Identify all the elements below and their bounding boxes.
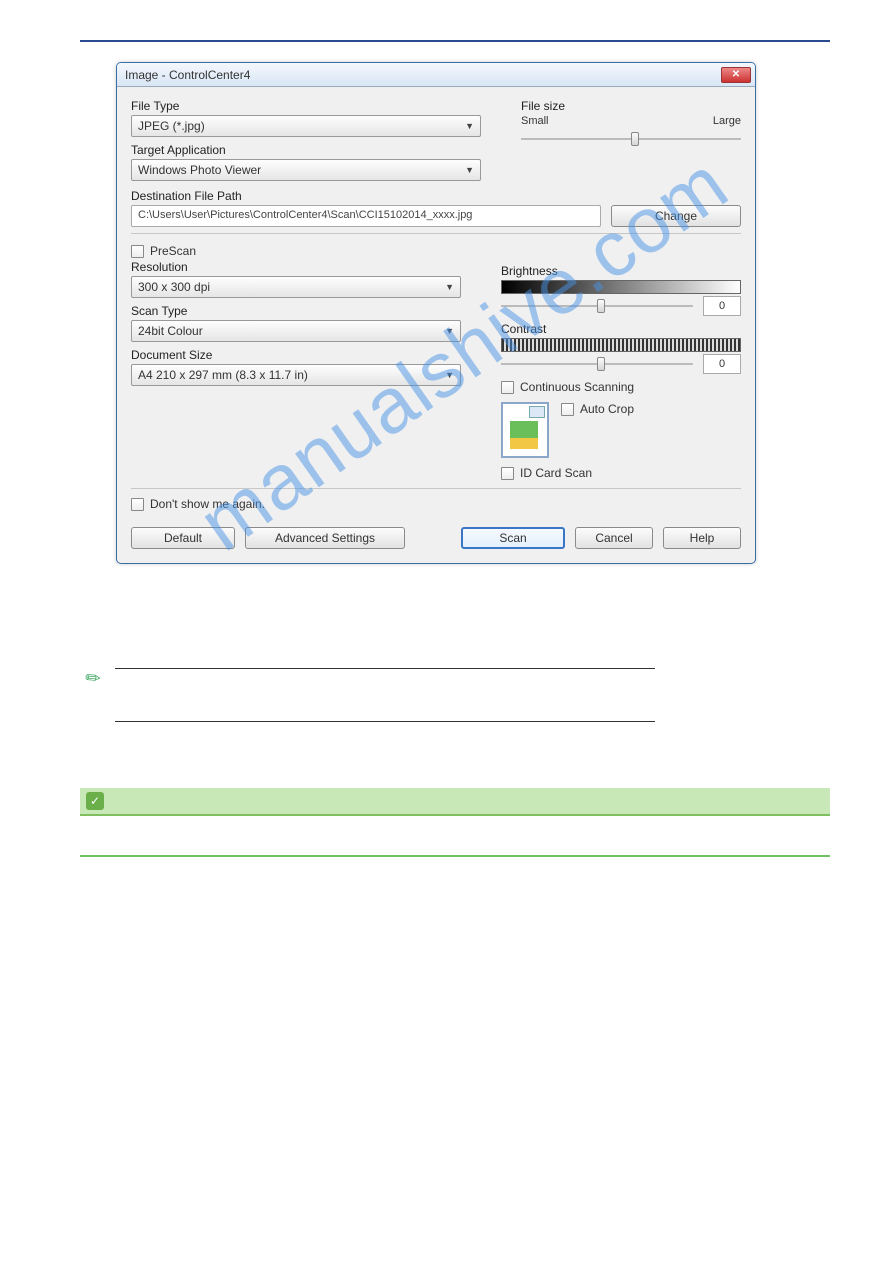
scan-button-label: Scan xyxy=(499,531,526,545)
change-button[interactable]: Change xyxy=(611,205,741,227)
docsize-label: Document Size xyxy=(131,348,461,362)
id-card-scan-checkbox[interactable]: ID Card Scan xyxy=(501,466,741,480)
help-button-label: Help xyxy=(690,531,715,545)
scantype-dropdown[interactable]: 24bit Colour xyxy=(131,320,461,342)
cancel-button[interactable]: Cancel xyxy=(575,527,653,549)
preview-thumbnail-icon xyxy=(501,402,549,458)
dest-path-label: Destination File Path xyxy=(131,189,741,203)
docsize-value: A4 210 x 297 mm (8.3 x 11.7 in) xyxy=(138,368,308,382)
prescan-label: PreScan xyxy=(150,244,196,258)
window-title: Image - ControlCenter4 xyxy=(125,68,250,82)
resolution-value: 300 x 300 dpi xyxy=(138,280,210,294)
scantype-label: Scan Type xyxy=(131,304,461,318)
file-type-value: JPEG (*.jpg) xyxy=(138,119,205,133)
contrast-hatch xyxy=(501,338,741,352)
divider xyxy=(131,488,741,489)
help-button[interactable]: Help xyxy=(663,527,741,549)
cancel-button-label: Cancel xyxy=(595,531,632,545)
page-top-rule xyxy=(80,40,830,42)
docsize-dropdown[interactable]: A4 210 x 297 mm (8.3 x 11.7 in) xyxy=(131,364,461,386)
dont-show-label: Don't show me again. xyxy=(150,497,265,511)
change-button-label: Change xyxy=(655,209,697,223)
brightness-slider[interactable]: 0 xyxy=(501,296,741,316)
auto-crop-checkbox[interactable]: Auto Crop xyxy=(561,402,634,416)
brightness-gradient xyxy=(501,280,741,294)
contrast-slider[interactable]: 0 xyxy=(501,354,741,374)
resolution-dropdown[interactable]: 300 x 300 dpi xyxy=(131,276,461,298)
file-size-small: Small xyxy=(521,115,549,127)
brightness-label: Brightness xyxy=(501,264,741,278)
file-type-dropdown[interactable]: JPEG (*.jpg) xyxy=(131,115,481,137)
button-bar: Default Advanced Settings Scan Cancel He… xyxy=(117,517,755,563)
dont-show-checkbox[interactable]: Don't show me again. xyxy=(131,497,741,511)
file-size-label: File size xyxy=(521,99,741,113)
contrast-label: Contrast xyxy=(501,322,741,336)
checkmark-icon: ✓ xyxy=(86,792,104,810)
dialog-image-controlcenter: Image - ControlCenter4 ✕ File Type JPEG … xyxy=(116,62,756,564)
default-button[interactable]: Default xyxy=(131,527,235,549)
file-type-label: File Type xyxy=(131,99,481,113)
tip-bar: ✓ xyxy=(80,788,830,816)
continuous-scanning-label: Continuous Scanning xyxy=(520,380,634,394)
auto-crop-label: Auto Crop xyxy=(580,402,634,416)
default-button-label: Default xyxy=(164,531,202,545)
prescan-checkbox[interactable]: PreScan xyxy=(131,244,461,258)
divider xyxy=(131,233,741,234)
dest-path-field[interactable]: C:\Users\User\Pictures\ControlCenter4\Sc… xyxy=(131,205,601,227)
file-size-slider[interactable] xyxy=(521,129,741,149)
resolution-label: Resolution xyxy=(131,260,461,274)
target-app-value: Windows Photo Viewer xyxy=(138,163,261,177)
brightness-value[interactable]: 0 xyxy=(703,296,741,316)
advanced-settings-label: Advanced Settings xyxy=(275,531,375,545)
advanced-settings-button[interactable]: Advanced Settings xyxy=(245,527,405,549)
close-icon[interactable]: ✕ xyxy=(721,67,751,83)
note-block xyxy=(115,665,655,725)
target-app-label: Target Application xyxy=(131,143,481,157)
dest-path-value: C:\Users\User\Pictures\ControlCenter4\Sc… xyxy=(138,209,472,221)
scan-button[interactable]: Scan xyxy=(461,527,565,549)
id-card-scan-label: ID Card Scan xyxy=(520,466,592,480)
scantype-value: 24bit Colour xyxy=(138,324,203,338)
note-line-1 xyxy=(115,672,655,718)
continuous-scanning-checkbox[interactable]: Continuous Scanning xyxy=(501,380,741,394)
pencil-icon: ✎ xyxy=(81,666,106,692)
file-size-large: Large xyxy=(713,115,741,127)
titlebar: Image - ControlCenter4 ✕ xyxy=(117,63,755,87)
green-rule xyxy=(80,855,830,857)
contrast-value[interactable]: 0 xyxy=(703,354,741,374)
target-app-dropdown[interactable]: Windows Photo Viewer xyxy=(131,159,481,181)
